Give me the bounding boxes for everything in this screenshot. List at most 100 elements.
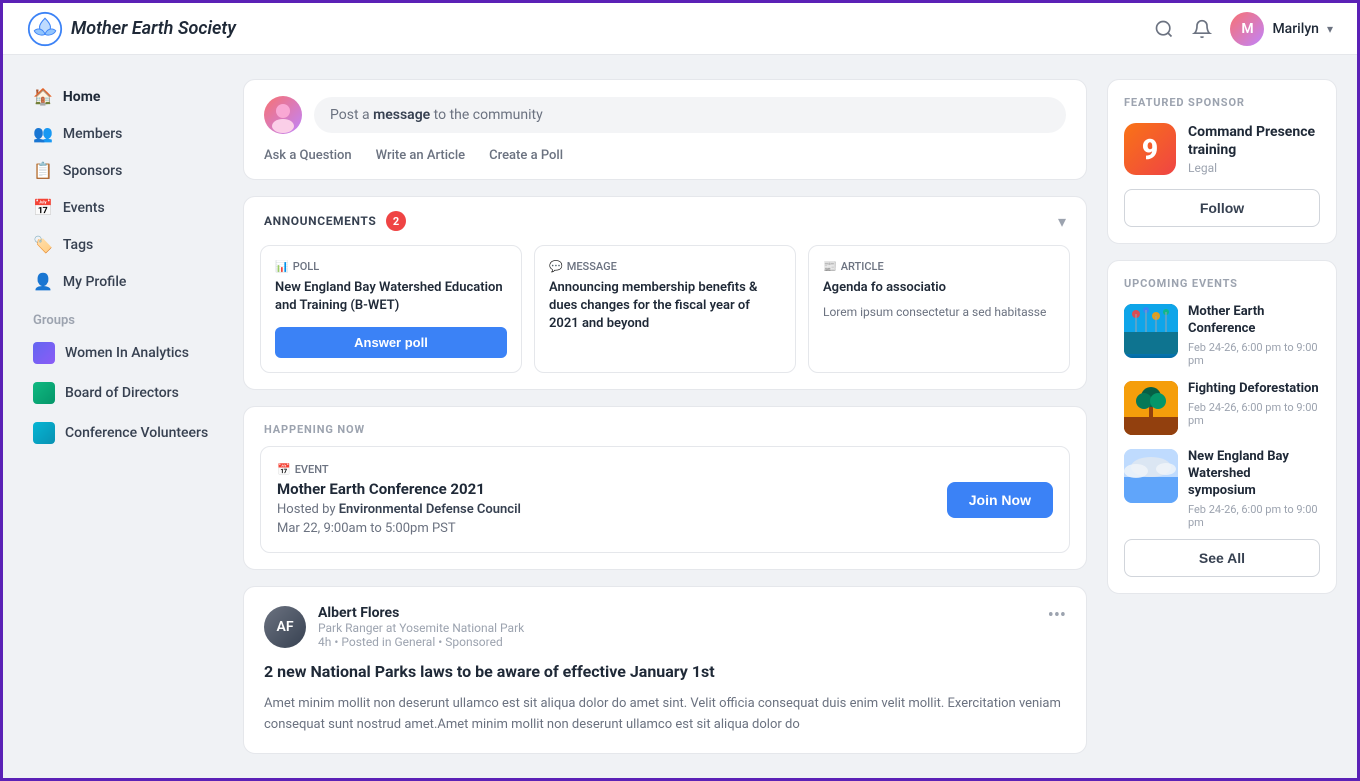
sidebar-item-sponsors[interactable]: 📋 Sponsors (23, 153, 223, 188)
sponsor-details: Command Presence training Legal (1188, 123, 1320, 175)
event-2-details: Fighting Deforestation Feb 24-26, 6:00 p… (1188, 381, 1320, 427)
sponsor-category: Legal (1188, 161, 1320, 175)
notifications-icon[interactable] (1192, 19, 1212, 39)
post-card: AF Albert Flores Park Ranger at Yosemite… (243, 586, 1087, 754)
post-body: Amet minim mollit non deserunt ullamco e… (264, 694, 1066, 736)
top-navigation: Mother Earth Society M Marilyn ▾ (3, 3, 1357, 55)
upcoming-event-3[interactable]: New England Bay Watershed symposium Feb … (1124, 449, 1320, 529)
sidebar-item-members[interactable]: 👥 Members (23, 116, 223, 151)
tags-icon: 🏷️ (33, 235, 53, 254)
event-1-date: Feb 24-26, 6:00 pm to 9:00 pm (1188, 341, 1320, 367)
announcements-title-area: ANNOUNCEMENTS 2 (264, 211, 406, 231)
upcoming-event-2[interactable]: Fighting Deforestation Feb 24-26, 6:00 p… (1124, 381, 1320, 435)
announcements-chevron-icon[interactable]: ▾ (1058, 212, 1066, 231)
right-sidebar: FEATURED SPONSOR 9 Command Presence trai… (1107, 79, 1337, 754)
article-icon: 📰 (823, 260, 837, 273)
groups-section-title: Groups (23, 299, 223, 334)
event-thumb-conference (1124, 304, 1178, 358)
announcements-grid: 📊 POLL New England Bay Watershed Educati… (244, 245, 1086, 389)
create-poll-button[interactable]: Create a Poll (489, 148, 563, 163)
poll-icon: 📊 (275, 260, 289, 273)
announcements-title: ANNOUNCEMENTS (264, 214, 376, 228)
follow-button[interactable]: Follow (1124, 189, 1320, 227)
featured-sponsor-widget: FEATURED SPONSOR 9 Command Presence trai… (1107, 79, 1337, 244)
post-input-row: Post a message to the community (264, 96, 1066, 134)
announcement-type-article: 📰 ARTICLE (823, 260, 1055, 273)
event-2-name: Fighting Deforestation (1188, 381, 1320, 398)
announcements-header: ANNOUNCEMENTS 2 ▾ (244, 197, 1086, 245)
upcoming-events-list: Mother Earth Conference Feb 24-26, 6:00 … (1124, 304, 1320, 528)
post-user-avatar (264, 96, 302, 134)
post-author-info: Albert Flores Park Ranger at Yosemite Na… (318, 605, 524, 649)
answer-poll-button[interactable]: Answer poll (275, 327, 507, 358)
sidebar-item-events[interactable]: 📅 Events (23, 190, 223, 225)
upcoming-event-1[interactable]: Mother Earth Conference Feb 24-26, 6:00 … (1124, 304, 1320, 367)
board-directors-group-icon (33, 382, 55, 404)
search-icon[interactable] (1154, 19, 1174, 39)
logo[interactable]: Mother Earth Society (27, 11, 236, 47)
event-title: Mother Earth Conference 2021 (277, 480, 521, 498)
upcoming-events-widget: UPCOMING EVENTS Mother Earth Conference … (1107, 260, 1337, 593)
event-2-date: Feb 24-26, 6:00 pm to 9:00 pm (1188, 401, 1320, 427)
sidebar-item-home[interactable]: 🏠 Home (23, 79, 223, 114)
happening-now-event: 📅 EVENT Mother Earth Conference 2021 Hos… (260, 446, 1070, 553)
sponsor-info: 9 Command Presence training Legal (1124, 123, 1320, 175)
event-host: Hosted by Environmental Defense Council (277, 502, 521, 517)
event-1-details: Mother Earth Conference Feb 24-26, 6:00 … (1188, 304, 1320, 367)
post-title: 2 new National Parks laws to be aware of… (264, 661, 1066, 683)
sidebar-item-tags[interactable]: 🏷️ Tags (23, 227, 223, 262)
message-icon: 💬 (549, 260, 563, 273)
announcements-card: ANNOUNCEMENTS 2 ▾ 📊 POLL New England Bay… (243, 196, 1087, 390)
ask-question-button[interactable]: Ask a Question (264, 148, 352, 163)
featured-sponsor-title: FEATURED SPONSOR (1124, 96, 1320, 109)
event-1-name: Mother Earth Conference (1188, 304, 1320, 338)
announcement-article-title: Agenda fo associatio (823, 279, 1055, 297)
post-author-name: Albert Flores (318, 605, 524, 621)
sidebar-item-myprofile[interactable]: 👤 My Profile (23, 264, 223, 299)
sidebar-navigation: 🏠 Home 👥 Members 📋 Sponsors 📅 Events 🏷️ … (23, 79, 223, 299)
sidebar-item-board-directors[interactable]: Board of Directors (23, 374, 223, 412)
join-now-button[interactable]: Join Now (947, 482, 1053, 518)
announcement-type-message: 💬 MESSAGE (549, 260, 781, 273)
announcement-message: 💬 MESSAGE Announcing membership benefits… (534, 245, 796, 373)
sidebar-item-conf-volunteers[interactable]: Conference Volunteers (23, 414, 223, 452)
topnav-right: M Marilyn ▾ (1154, 12, 1333, 46)
avatar: M (1230, 12, 1264, 46)
post-card-user: AF Albert Flores Park Ranger at Yosemite… (264, 605, 524, 649)
sponsor-name: Command Presence training (1188, 123, 1320, 159)
post-input-field[interactable]: Post a message to the community (314, 97, 1066, 133)
happening-now-card: HAPPENING NOW 📅 EVENT Mother Earth Confe… (243, 406, 1087, 570)
event-3-name: New England Bay Watershed symposium (1188, 449, 1320, 500)
event-calendar-icon: 📅 (277, 463, 291, 476)
announcement-poll: 📊 POLL New England Bay Watershed Educati… (260, 245, 522, 373)
main-content: Post a message to the community Ask a Qu… (243, 79, 1087, 754)
announcement-message-title: Announcing membership benefits & dues ch… (549, 279, 781, 334)
event-3-details: New England Bay Watershed symposium Feb … (1188, 449, 1320, 529)
event-thumb-deforestation (1124, 381, 1178, 435)
sidebar-item-women-analytics[interactable]: Women In Analytics (23, 334, 223, 372)
user-menu[interactable]: M Marilyn ▾ (1230, 12, 1333, 46)
left-sidebar: 🏠 Home 👥 Members 📋 Sponsors 📅 Events 🏷️ … (23, 79, 223, 754)
groups-list: Women In Analytics Board of Directors Co… (23, 334, 223, 452)
post-actions: Ask a Question Write an Article Create a… (264, 148, 1066, 163)
event-thumb-bay (1124, 449, 1178, 503)
members-icon: 👥 (33, 124, 53, 143)
page-layout: 🏠 Home 👥 Members 📋 Sponsors 📅 Events 🏷️ … (3, 55, 1357, 778)
announcement-article-body: Lorem ipsum consectetur a sed habitasse (823, 303, 1055, 321)
write-article-button[interactable]: Write an Article (376, 148, 465, 163)
post-menu-icon[interactable]: ••• (1048, 605, 1066, 626)
event-type-label: 📅 EVENT (277, 463, 521, 476)
event-time: Mar 22, 9:00am to 5:00pm PST (277, 521, 521, 536)
post-author-meta: 4h • Posted in General • Sponsored (318, 635, 524, 649)
sponsors-icon: 📋 (33, 161, 53, 180)
upcoming-events-title: UPCOMING EVENTS (1124, 277, 1320, 290)
women-analytics-group-icon (33, 342, 55, 364)
announcement-poll-title: New England Bay Watershed Education and … (275, 279, 507, 315)
happening-now-title: HAPPENING NOW (244, 407, 1086, 446)
events-icon: 📅 (33, 198, 53, 217)
see-all-events-button[interactable]: See All (1124, 539, 1320, 577)
post-author-avatar: AF (264, 606, 306, 648)
event-3-date: Feb 24-26, 6:00 pm to 9:00 pm (1188, 503, 1320, 529)
profile-icon: 👤 (33, 272, 53, 291)
home-icon: 🏠 (33, 87, 53, 106)
